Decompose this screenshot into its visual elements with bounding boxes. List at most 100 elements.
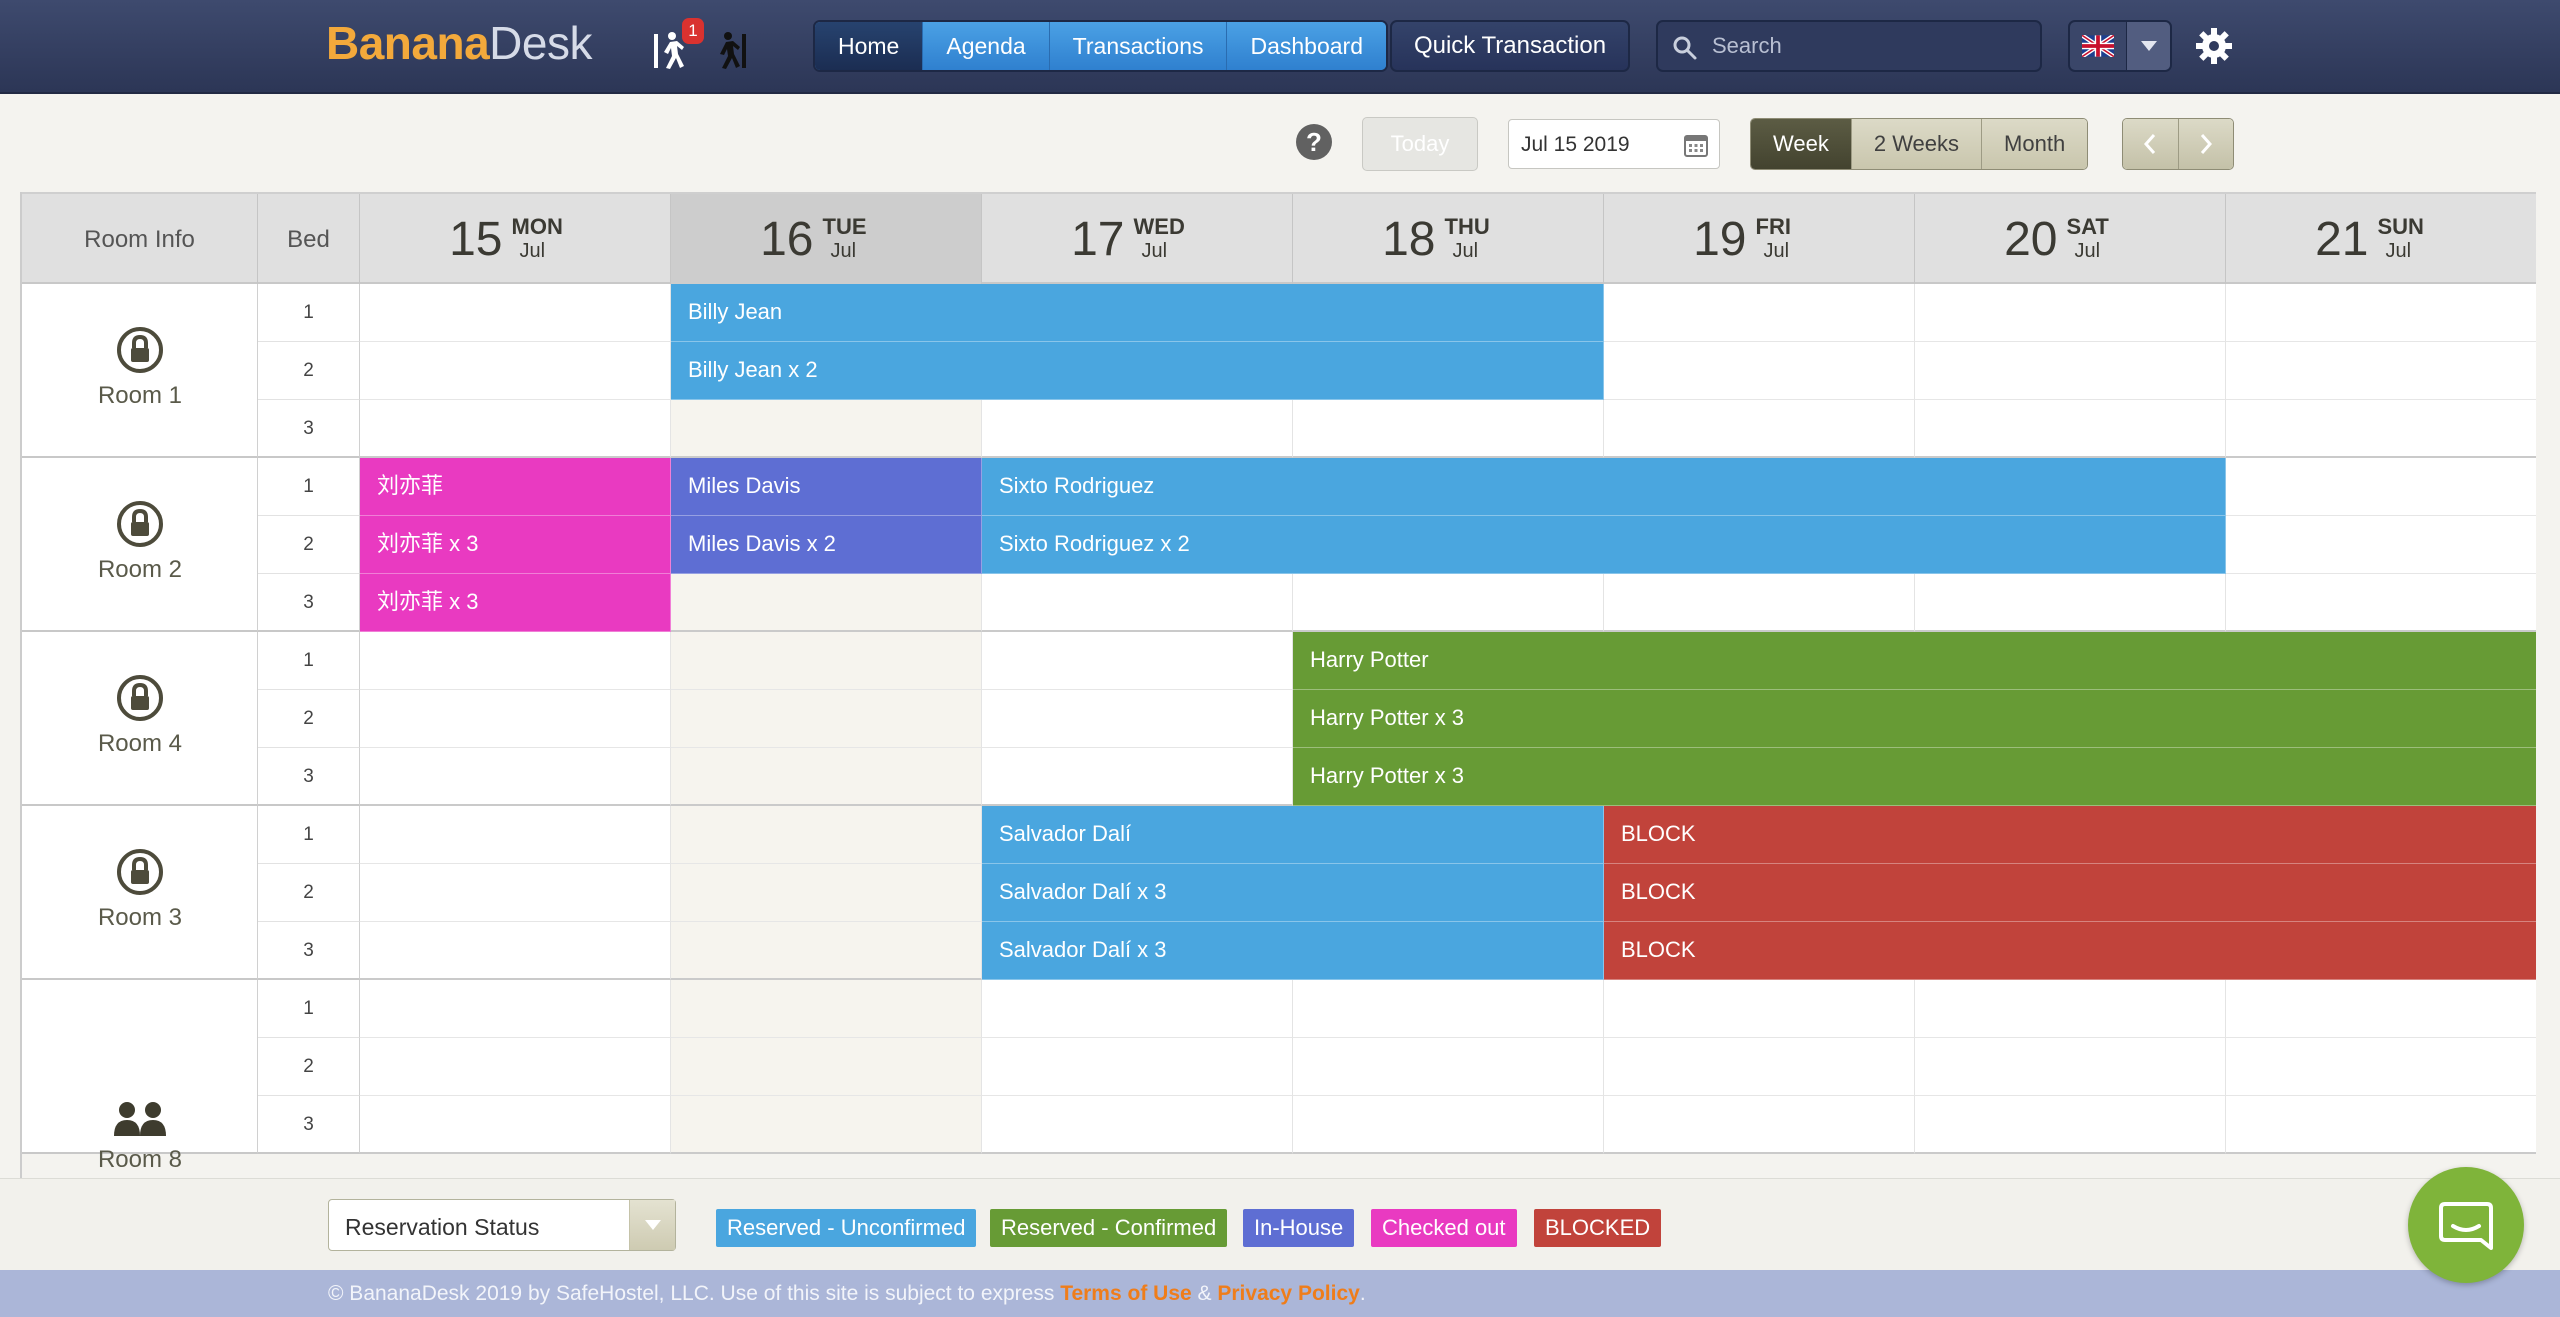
next-period-button[interactable] — [2177, 119, 2233, 169]
calendar-cell[interactable] — [1915, 342, 2226, 400]
reservation-bar[interactable]: Harry Potter x 3 — [1293, 690, 2536, 748]
room-info-cell[interactable]: Room 8 — [22, 980, 258, 1173]
chevron-down-icon[interactable] — [2126, 22, 2170, 70]
calendar-cell[interactable] — [982, 690, 1293, 748]
reservation-bar[interactable]: Harry Potter — [1293, 632, 2536, 690]
room-info-cell[interactable]: Room 3 — [22, 806, 258, 980]
reservation-bar[interactable]: Salvador Dalí x 3 — [982, 864, 1604, 922]
chat-launcher-button[interactable] — [2408, 1167, 2524, 1283]
calendar-cell[interactable] — [1604, 980, 1915, 1038]
range-month-button[interactable]: Month — [1981, 119, 2088, 169]
calendar-cell[interactable] — [2226, 516, 2536, 574]
calendar-cell[interactable] — [671, 748, 982, 806]
block-bar[interactable]: BLOCK — [1604, 922, 2536, 980]
calendar-cell[interactable] — [671, 806, 982, 864]
calendar-cell[interactable] — [2226, 342, 2536, 400]
calendar-cell[interactable] — [1915, 1038, 2226, 1096]
calendar-cell[interactable] — [1293, 1096, 1604, 1154]
chevron-down-icon[interactable] — [629, 1200, 675, 1250]
calendar-cell[interactable] — [1915, 400, 2226, 458]
calendar-cell[interactable] — [360, 1038, 671, 1096]
calendar-cell[interactable] — [982, 632, 1293, 690]
calendar-cell[interactable] — [360, 400, 671, 458]
calendar-cell[interactable] — [2226, 458, 2536, 516]
quick-transaction-button[interactable]: Quick Transaction — [1390, 20, 1630, 72]
day-header-17[interactable]: 17 WED Jul — [982, 194, 1293, 284]
calendar-cell[interactable] — [360, 632, 671, 690]
reservation-bar[interactable]: Sixto Rodriguez — [982, 458, 2226, 516]
calendar-cell[interactable] — [2226, 400, 2536, 458]
calendar-cell[interactable] — [671, 1096, 982, 1154]
calendar-cell[interactable] — [671, 922, 982, 980]
calendar-cell[interactable] — [982, 574, 1293, 632]
day-header-19[interactable]: 19 FRI Jul — [1604, 194, 1915, 284]
app-logo[interactable]: BananaDesk — [326, 16, 592, 70]
calendar-cell[interactable] — [1604, 1096, 1915, 1154]
calendar-cell[interactable] — [982, 748, 1293, 806]
previous-period-button[interactable] — [2123, 119, 2178, 169]
calendar-cell[interactable] — [360, 284, 671, 342]
calendar-cell[interactable] — [2226, 574, 2536, 632]
reservation-bar[interactable]: Salvador Dalí — [982, 806, 1604, 864]
calendar-cell[interactable] — [982, 400, 1293, 458]
reservation-status-select[interactable]: Reservation Status — [328, 1199, 676, 1251]
calendar-cell[interactable] — [360, 980, 671, 1038]
calendar-cell[interactable] — [671, 574, 982, 632]
calendar-cell[interactable] — [1293, 574, 1604, 632]
calendar-cell[interactable] — [360, 748, 671, 806]
calendar-cell[interactable] — [671, 1038, 982, 1096]
calendar-cell[interactable] — [1293, 1038, 1604, 1096]
calendar-cell[interactable] — [1293, 980, 1604, 1038]
nav-tab-transactions[interactable]: Transactions — [1048, 22, 1227, 70]
calendar-cell[interactable] — [2226, 980, 2536, 1038]
reservation-bar[interactable]: Billy Jean x 2 — [671, 342, 1604, 400]
block-bar[interactable]: BLOCK — [1604, 864, 2536, 922]
language-selector[interactable] — [2068, 20, 2172, 72]
reservation-bar[interactable]: Billy Jean — [671, 284, 1604, 342]
help-icon[interactable]: ? — [1296, 124, 1332, 160]
gear-icon[interactable] — [2194, 26, 2234, 66]
calendar-cell[interactable] — [982, 1038, 1293, 1096]
day-header-18[interactable]: 18 THU Jul — [1293, 194, 1604, 284]
room-info-cell[interactable]: Room 1 — [22, 284, 258, 458]
calendar-cell[interactable] — [1915, 284, 2226, 342]
nav-tab-home[interactable]: Home — [815, 22, 923, 70]
calendar-cell[interactable] — [671, 864, 982, 922]
calendar-cell[interactable] — [1604, 342, 1915, 400]
nav-tab-dashboard[interactable]: Dashboard — [1226, 22, 1387, 70]
calendar-cell[interactable] — [360, 690, 671, 748]
calendar-cell[interactable] — [671, 400, 982, 458]
calendar-cell[interactable] — [360, 1096, 671, 1154]
reservation-bar[interactable]: 刘亦菲 x 3 — [360, 574, 671, 632]
reservation-bar[interactable]: Sixto Rodriguez x 2 — [982, 516, 2226, 574]
calendar-cell[interactable] — [671, 632, 982, 690]
range-2weeks-button[interactable]: 2 Weeks — [1850, 119, 1982, 169]
day-header-20[interactable]: 20 SAT Jul — [1915, 194, 2226, 284]
today-button[interactable]: Today — [1362, 117, 1478, 171]
date-picker[interactable]: Jul 15 2019 — [1508, 119, 1720, 169]
reservation-bar[interactable]: 刘亦菲 — [360, 458, 671, 516]
search-input[interactable] — [1712, 28, 2032, 64]
calendar-cell[interactable] — [1915, 1096, 2226, 1154]
check-out-walker-icon[interactable] — [710, 30, 750, 70]
reservation-bar[interactable]: Harry Potter x 3 — [1293, 748, 2536, 806]
room-info-cell[interactable]: Room 2 — [22, 458, 258, 632]
room-info-cell[interactable]: Room 4 — [22, 632, 258, 806]
calendar-cell[interactable] — [2226, 284, 2536, 342]
reservation-bar[interactable]: Salvador Dalí x 3 — [982, 922, 1604, 980]
reservation-bar[interactable]: Miles Davis — [671, 458, 982, 516]
calendar-cell[interactable] — [2226, 1038, 2536, 1096]
calendar-cell[interactable] — [360, 806, 671, 864]
reservation-bar[interactable]: 刘亦菲 x 3 — [360, 516, 671, 574]
terms-of-use-link[interactable]: Terms of Use — [1060, 1282, 1192, 1305]
day-header-15[interactable]: 15 MON Jul — [360, 194, 671, 284]
calendar-cell[interactable] — [360, 922, 671, 980]
calendar-icon[interactable] — [1683, 132, 1709, 158]
calendar-cell[interactable] — [1915, 980, 2226, 1038]
block-bar[interactable]: BLOCK — [1604, 806, 2536, 864]
reservation-bar[interactable]: Miles Davis x 2 — [671, 516, 982, 574]
privacy-policy-link[interactable]: Privacy Policy — [1217, 1282, 1359, 1305]
range-week-button[interactable]: Week — [1751, 119, 1851, 169]
calendar-cell[interactable] — [982, 1096, 1293, 1154]
calendar-cell[interactable] — [1604, 400, 1915, 458]
